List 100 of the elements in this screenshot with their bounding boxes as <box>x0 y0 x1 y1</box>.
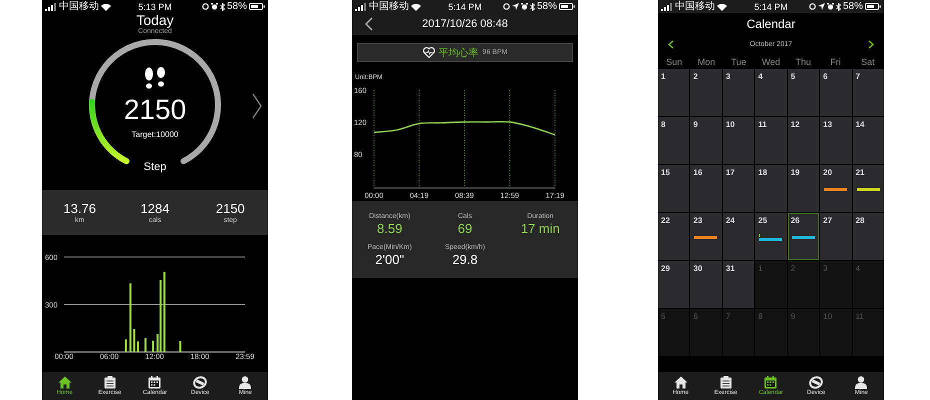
stat-value: 17 min <box>520 220 560 236</box>
battery-percent: 58% <box>536 0 557 12</box>
step-target: Target:10000 <box>132 130 178 140</box>
signal-icon <box>355 2 367 10</box>
calendar-icon <box>764 376 778 388</box>
signal-icon <box>45 2 57 10</box>
step-count: 2150 <box>124 95 186 125</box>
footprints-icon <box>143 67 167 91</box>
calendar-day[interactable]: 5 <box>788 69 820 116</box>
calendar-day[interactable]: 28 <box>852 213 884 260</box>
calendar-icon <box>148 376 162 388</box>
weekday-label: Wed <box>762 56 780 66</box>
carrier-name: 中国移动 <box>59 0 99 12</box>
weekday-label: Sat <box>861 56 875 66</box>
calendar-day[interactable]: 26 <box>788 213 820 260</box>
bar <box>124 339 127 352</box>
weekday-label: Sun <box>666 56 682 66</box>
signal-icon <box>661 2 673 10</box>
calendar-day[interactable]: 22 <box>658 213 690 260</box>
calendar-day[interactable]: 16 <box>690 165 722 212</box>
heart-rate-label: 平均心率 <box>438 46 479 60</box>
home-icon <box>674 376 688 388</box>
bluetooth-icon <box>836 2 841 10</box>
calendar-day[interactable]: 15 <box>658 165 690 212</box>
calendar-day[interactable]: 10 <box>722 117 754 164</box>
calendar-day[interactable]: 21 <box>852 165 884 212</box>
calendar-day[interactable]: 6 <box>820 69 852 116</box>
previous-month-icon[interactable] <box>668 40 674 49</box>
bar <box>129 283 132 352</box>
calendar-day[interactable]: 31 <box>722 261 754 308</box>
bar <box>179 341 182 352</box>
calendar-day[interactable]: 27 <box>820 213 852 260</box>
wifi-icon <box>101 2 111 10</box>
battery-percent: 58% <box>842 0 863 12</box>
calendar-day[interactable]: 13 <box>820 117 852 164</box>
wifi-icon <box>717 2 727 10</box>
battery-icon <box>559 3 575 10</box>
home-icon <box>58 376 72 388</box>
stat-value: 2150 <box>216 200 245 216</box>
bar <box>144 338 147 352</box>
calendar-day[interactable]: 17 <box>722 165 754 212</box>
weekday-label: Thu <box>796 56 812 66</box>
calendar-day[interactable]: 18 <box>755 165 787 212</box>
chevron-right-icon[interactable] <box>252 93 262 119</box>
alarm-icon <box>520 3 528 10</box>
bar <box>152 340 154 352</box>
screen-title: Calendar <box>746 17 796 31</box>
clock-time: 5:14 PM <box>754 0 788 12</box>
weekday-label: Mon <box>698 56 716 66</box>
stat-value: 2'00" <box>375 252 404 268</box>
rotation-lock-icon <box>202 3 209 10</box>
clock-time: 5:14 PM <box>448 0 482 12</box>
next-month-icon[interactable] <box>868 40 874 49</box>
battery-icon <box>249 3 265 10</box>
calendar-day[interactable]: 20 <box>820 165 852 212</box>
screen-title: Today <box>136 13 174 28</box>
wristband-icon <box>193 376 208 388</box>
clock-time: 5:13 PM <box>138 0 172 12</box>
alarm-icon <box>826 3 834 10</box>
calendar-day[interactable]: 8 <box>658 117 690 164</box>
stat-value: 69 <box>458 220 472 236</box>
stat-value: 8.59 <box>377 220 402 236</box>
calendar-day[interactable]: 4 <box>755 69 787 116</box>
bluetooth-icon <box>530 2 535 10</box>
bluetooth-icon <box>220 2 225 10</box>
calendar-day[interactable]: 11 <box>755 117 787 164</box>
carrier-name: 中国移动 <box>675 0 715 12</box>
calendar-day[interactable]: 2 <box>690 69 722 116</box>
calendar-day[interactable]: 9 <box>690 117 722 164</box>
calendar-day[interactable]: 29 <box>658 261 690 308</box>
gauge-label: Step <box>144 161 166 174</box>
clipboard-icon <box>104 376 116 388</box>
carrier-name: 中国移动 <box>369 0 409 12</box>
clipboard-icon <box>720 376 732 388</box>
calendar-day[interactable]: 23 <box>690 213 722 260</box>
stat-value: 13.76 <box>63 200 96 216</box>
person-icon <box>855 376 868 388</box>
screen-title: 2017/10/26 08:48 <box>422 18 508 30</box>
calendar-day[interactable]: 19 <box>788 165 820 212</box>
calendar-day[interactable]: 3 <box>722 69 754 116</box>
heart-icon <box>422 47 435 58</box>
wristband-icon <box>809 376 824 388</box>
calendar-day[interactable]: 7 <box>852 69 884 116</box>
calendar-day[interactable]: 1 <box>658 69 690 116</box>
wifi-icon <box>411 2 421 10</box>
weekday-label: Fri <box>830 56 841 66</box>
person-icon <box>239 376 252 388</box>
back-icon[interactable] <box>365 17 373 31</box>
calendar-day[interactable]: 14 <box>852 117 884 164</box>
calendar-day[interactable]: 30 <box>690 261 722 308</box>
battery-percent: 58% <box>226 0 247 12</box>
rotation-lock-icon <box>808 3 816 10</box>
calendar-day[interactable]: 12 <box>788 117 820 164</box>
rotation-lock-icon <box>502 3 510 10</box>
weekday-label: Tue <box>731 56 746 66</box>
alarm-icon <box>210 3 218 10</box>
stat-value: 29.8 <box>452 252 478 268</box>
stat-value: 1284 <box>140 200 170 216</box>
calendar-day[interactable]: 25 <box>755 213 787 260</box>
calendar-day[interactable]: 24 <box>722 213 754 260</box>
